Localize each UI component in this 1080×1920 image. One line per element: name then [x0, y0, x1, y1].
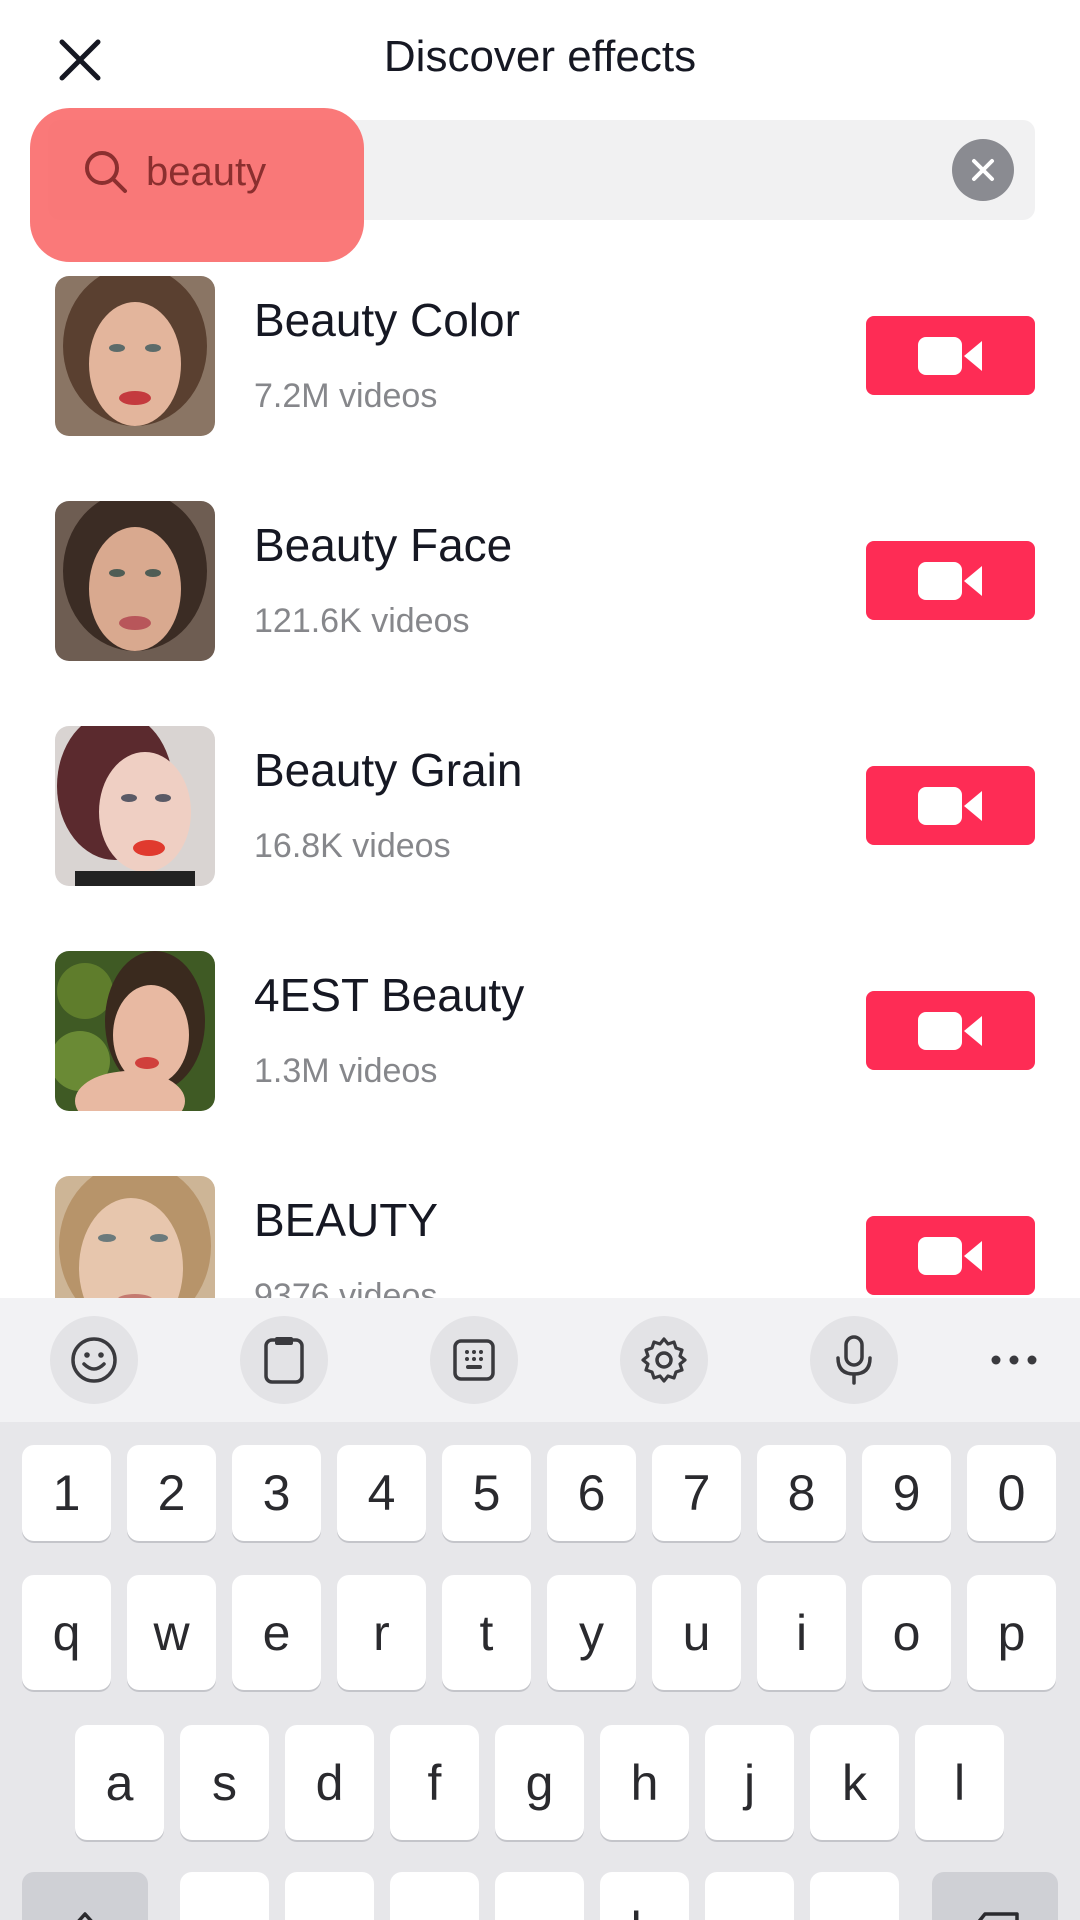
voice-input-button[interactable] — [810, 1316, 898, 1404]
key-t[interactable]: t — [442, 1575, 531, 1690]
key-f[interactable]: f — [390, 1725, 479, 1840]
emoji-icon — [71, 1337, 117, 1383]
record-with-effect-button[interactable] — [866, 1216, 1035, 1295]
keyboard-settings-button[interactable] — [620, 1316, 708, 1404]
key-5[interactable]: 5 — [442, 1445, 531, 1541]
key-l[interactable]: l — [915, 1725, 1004, 1840]
clipboard-icon — [264, 1337, 304, 1384]
effect-video-count: 16.8K videos — [254, 827, 451, 865]
key-c[interactable]: c — [390, 1872, 479, 1920]
key-z[interactable]: z — [180, 1872, 269, 1920]
backspace-icon — [977, 1911, 1019, 1920]
effect-row-beauty-caps[interactable]: BEAUTY 9376 videos — [0, 1165, 1080, 1298]
key-0[interactable]: 0 — [967, 1445, 1056, 1541]
effect-video-count: 9376 videos — [254, 1277, 438, 1298]
page-title: Discover effects — [383, 32, 697, 81]
shift-key[interactable] — [22, 1872, 148, 1920]
effect-thumbnail — [55, 1176, 215, 1298]
key-6[interactable]: 6 — [547, 1445, 636, 1541]
effect-name: Beauty Grain — [254, 744, 523, 796]
thumbnail-portrait — [55, 1176, 215, 1298]
more-icon — [991, 1355, 1037, 1365]
key-g[interactable]: g — [495, 1725, 584, 1840]
effect-thumbnail — [55, 276, 215, 436]
on-screen-keyboard: 1234567890 qwertyuiop asdfghjkl zxcvbnm — [0, 1298, 1080, 1920]
key-3[interactable]: 3 — [232, 1445, 321, 1541]
key-h[interactable]: h — [600, 1725, 689, 1840]
effect-thumbnail — [55, 501, 215, 661]
key-b[interactable]: b — [600, 1872, 689, 1920]
search-icon — [85, 151, 127, 193]
emoji-button[interactable] — [50, 1316, 138, 1404]
key-v[interactable]: v — [495, 1872, 584, 1920]
effect-row-beauty-face[interactable]: Beauty Face 121.6K videos — [0, 490, 1080, 715]
key-n[interactable]: n — [705, 1872, 794, 1920]
key-r[interactable]: r — [337, 1575, 426, 1690]
keyboard-toolbar — [0, 1298, 1080, 1422]
shift-icon — [76, 1911, 94, 1920]
video-camera-icon — [917, 336, 982, 375]
key-8[interactable]: 8 — [757, 1445, 846, 1541]
search-input[interactable] — [146, 146, 906, 198]
effect-name: 4EST Beauty — [254, 969, 525, 1021]
thumbnail-portrait — [55, 726, 215, 886]
key-2[interactable]: 2 — [127, 1445, 216, 1541]
key-x[interactable]: x — [285, 1872, 374, 1920]
clipboard-button[interactable] — [240, 1316, 328, 1404]
effect-thumbnail — [55, 951, 215, 1111]
effect-video-count: 1.3M videos — [254, 1052, 438, 1090]
key-i[interactable]: i — [757, 1575, 846, 1690]
key-y[interactable]: y — [547, 1575, 636, 1690]
header: Discover effects — [0, 0, 1080, 115]
key-9[interactable]: 9 — [862, 1445, 951, 1541]
key-w[interactable]: w — [127, 1575, 216, 1690]
record-with-effect-button[interactable] — [866, 991, 1035, 1070]
keypad-icon — [453, 1339, 495, 1381]
key-k[interactable]: k — [810, 1725, 899, 1840]
record-with-effect-button[interactable] — [866, 541, 1035, 620]
video-camera-icon — [917, 786, 982, 825]
effect-row-4est-beauty[interactable]: 4EST Beauty 1.3M videos — [0, 940, 1080, 1165]
key-m[interactable]: m — [810, 1872, 899, 1920]
effect-row-beauty-color[interactable]: Beauty Color 7.2M videos — [0, 265, 1080, 490]
effects-list: Beauty Color 7.2M videos Beauty Face 121… — [0, 265, 1080, 1298]
key-j[interactable]: j — [705, 1725, 794, 1840]
key-1[interactable]: 1 — [22, 1445, 111, 1541]
settings-icon — [641, 1337, 687, 1383]
effect-row-beauty-grain[interactable]: Beauty Grain 16.8K videos — [0, 715, 1080, 940]
record-with-effect-button[interactable] — [866, 766, 1035, 845]
key-e[interactable]: e — [232, 1575, 321, 1690]
key-o[interactable]: o — [862, 1575, 951, 1690]
more-options-button[interactable] — [970, 1316, 1058, 1404]
key-7[interactable]: 7 — [652, 1445, 741, 1541]
thumbnail-portrait — [55, 276, 215, 436]
effect-thumbnail — [55, 726, 215, 886]
video-camera-icon — [917, 1236, 982, 1275]
key-q[interactable]: q — [22, 1575, 111, 1690]
keypad-button[interactable] — [430, 1316, 518, 1404]
clear-icon — [972, 159, 994, 181]
key-d[interactable]: d — [285, 1725, 374, 1840]
discover-effects-screen: Discover effects Beauty Color — [0, 0, 1080, 1920]
key-a[interactable]: a — [75, 1725, 164, 1840]
effect-name: BEAUTY — [254, 1194, 439, 1246]
record-with-effect-button[interactable] — [866, 316, 1035, 395]
video-camera-icon — [917, 1011, 982, 1050]
video-camera-icon — [917, 561, 982, 600]
thumbnail-portrait — [55, 951, 215, 1111]
backspace-key[interactable] — [932, 1872, 1058, 1920]
effect-video-count: 121.6K videos — [254, 602, 470, 640]
microphone-icon — [836, 1335, 872, 1385]
key-s[interactable]: s — [180, 1725, 269, 1840]
effect-name: Beauty Color — [254, 294, 520, 346]
clear-search-button[interactable] — [952, 139, 1014, 201]
key-4[interactable]: 4 — [337, 1445, 426, 1541]
thumbnail-portrait — [55, 501, 215, 661]
effect-video-count: 7.2M videos — [254, 377, 438, 415]
effect-name: Beauty Face — [254, 519, 513, 571]
key-u[interactable]: u — [652, 1575, 741, 1690]
key-p[interactable]: p — [967, 1575, 1056, 1690]
